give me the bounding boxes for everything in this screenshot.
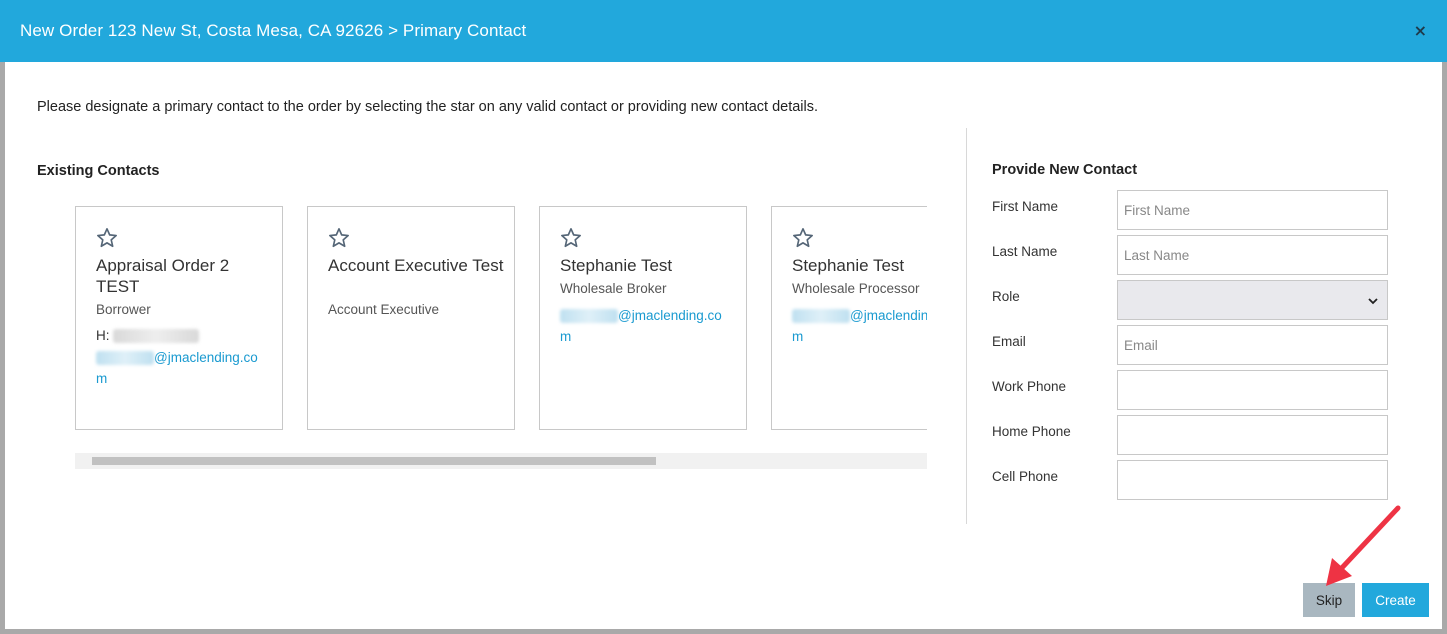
contact-email[interactable]: @jmaclending.com (96, 347, 266, 389)
home-phone-label: Home Phone (992, 424, 1071, 439)
work-phone-label: Work Phone (992, 379, 1067, 394)
contact-name: Account Executive Test (328, 256, 504, 275)
redacted-email-user (560, 309, 618, 324)
phone-prefix: H: (96, 328, 110, 343)
work-phone-input[interactable] (1117, 370, 1388, 410)
contact-card[interactable]: Stephanie Test Wholesale Processor @jmac… (771, 206, 927, 430)
last-name-input[interactable] (1117, 235, 1388, 275)
redacted-email-user (792, 309, 850, 324)
vertical-divider (966, 128, 967, 524)
skip-button[interactable]: Skip (1303, 583, 1355, 617)
email-input[interactable] (1117, 325, 1388, 365)
horizontal-scrollbar[interactable] (75, 453, 927, 469)
role-label: Role (992, 289, 1020, 304)
scrollbar-thumb[interactable] (92, 457, 656, 465)
create-button[interactable]: Create (1362, 583, 1429, 617)
dialog-title: New Order 123 New St, Costa Mesa, CA 926… (20, 21, 527, 40)
first-name-label: First Name (992, 199, 1059, 214)
chevron-down-icon (1368, 298, 1378, 305)
star-icon[interactable] (96, 227, 118, 249)
home-phone-input[interactable] (1117, 415, 1388, 455)
cell-phone-input[interactable] (1117, 460, 1388, 500)
contact-role: Wholesale Processor (792, 281, 920, 296)
contact-phone: H: (96, 328, 200, 344)
contacts-carousel: Appraisal Order 2 TEST Borrower H: @jmac… (75, 206, 927, 431)
email-label: Email (992, 334, 1026, 349)
contact-name: Stephanie Test (560, 256, 673, 275)
contact-role: Account Executive (328, 302, 440, 317)
contact-card[interactable]: Appraisal Order 2 TEST Borrower H: @jmac… (75, 206, 283, 430)
star-icon[interactable] (792, 227, 814, 249)
contact-email[interactable]: @jmaclending.com (560, 305, 730, 347)
cell-phone-label: Cell Phone (992, 469, 1059, 484)
redacted-email-user (96, 351, 154, 366)
contact-role: Wholesale Broker (560, 281, 667, 296)
last-name-label: Last Name (992, 244, 1058, 259)
existing-contacts-title: Existing Contacts (37, 163, 160, 179)
star-icon[interactable] (560, 227, 582, 249)
contact-name: Appraisal Order 2 TEST (96, 256, 230, 296)
redacted-phone (113, 329, 200, 344)
contact-role: Borrower (96, 302, 151, 317)
dialog-header: New Order 123 New St, Costa Mesa, CA 926… (0, 0, 1447, 62)
contact-card[interactable]: Stephanie Test Wholesale Broker @jmaclen… (539, 206, 747, 430)
star-icon[interactable] (328, 227, 350, 249)
contact-email[interactable]: @jmaclending.com (792, 305, 927, 347)
close-icon[interactable]: × (1414, 21, 1427, 40)
contact-card[interactable]: Account Executive Test Account Executive (307, 206, 515, 430)
first-name-input[interactable] (1117, 190, 1388, 230)
contact-name: Stephanie Test (792, 256, 905, 275)
instruction-text: Please designate a primary contact to th… (37, 99, 819, 115)
role-select[interactable] (1117, 280, 1388, 320)
new-contact-title: Provide New Contact (992, 162, 1138, 178)
